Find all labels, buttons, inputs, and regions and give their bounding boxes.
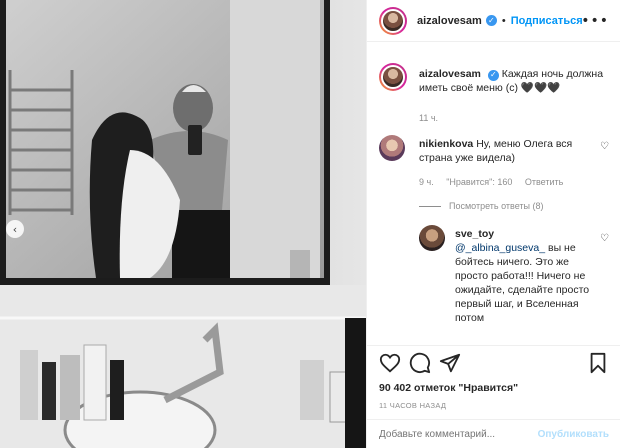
- post-date[interactable]: 11 ЧАСОВ НАЗАД: [379, 401, 446, 410]
- comment-text: вы не бойтесь ничего. Это же просто рабо…: [455, 242, 590, 324]
- publish-button[interactable]: Опубликовать: [538, 429, 609, 440]
- photo-image: [0, 0, 366, 448]
- header-username[interactable]: aizalovesam: [417, 15, 482, 27]
- comment-mention-link[interactable]: @_albina_guseva_: [455, 242, 545, 254]
- post-header: aizalovesam ✓ • Подписаться •••: [367, 0, 620, 42]
- bookmark-icon[interactable]: [587, 352, 609, 374]
- likes-count[interactable]: 90 402 отметок "Нравится": [379, 382, 518, 394]
- verified-badge-icon: ✓: [487, 69, 499, 81]
- avatar[interactable]: [379, 6, 407, 35]
- action-icons-bar: [379, 352, 609, 376]
- comments-list[interactable]: aizalovesam ✓ Каждая ночь должна иметь с…: [367, 55, 620, 345]
- comment-input[interactable]: [379, 429, 529, 440]
- caption-username[interactable]: aizalovesam: [419, 68, 481, 80]
- view-replies-button[interactable]: Посмотреть ответы (8): [419, 201, 544, 211]
- commenter-avatar[interactable]: [419, 225, 445, 251]
- caption-avatar[interactable]: [379, 63, 407, 91]
- heart-icon[interactable]: [379, 352, 401, 374]
- comment-username[interactable]: sve_toy: [455, 228, 494, 240]
- more-options-icon[interactable]: •••: [581, 13, 609, 29]
- comment-time[interactable]: 9 ч.: [419, 177, 434, 187]
- comment-reply-button[interactable]: Ответить: [525, 177, 563, 187]
- comment-like-heart-icon[interactable]: ♡: [600, 141, 609, 152]
- follow-button[interactable]: Подписаться: [511, 15, 583, 27]
- comment-username[interactable]: nikienkova: [419, 138, 473, 150]
- commenter-avatar[interactable]: [379, 135, 405, 161]
- caption-time[interactable]: 11 ч.: [419, 113, 438, 123]
- post-actions: 90 402 отметок "Нравится" 11 ЧАСОВ НАЗАД…: [367, 345, 620, 448]
- comment-like-heart-icon[interactable]: ♡: [600, 233, 609, 244]
- replies-divider: [419, 205, 441, 207]
- view-replies-label[interactable]: Посмотреть ответы (8): [449, 201, 544, 211]
- post-side-panel: aizalovesam ✓ • Подписаться ••• aizalove…: [366, 0, 620, 448]
- carousel-prev-button[interactable]: ‹: [6, 220, 24, 238]
- verified-badge-icon: ✓: [485, 15, 497, 26]
- add-comment-bar: Опубликовать: [367, 419, 620, 448]
- comment-icon[interactable]: [409, 352, 431, 374]
- comment-likes[interactable]: "Нравится": 160: [446, 177, 512, 187]
- post-photo[interactable]: ‹: [0, 0, 366, 448]
- header-separator: •: [501, 14, 506, 27]
- comment-meta: 9 ч. "Нравится": 160 Ответить: [419, 177, 573, 187]
- share-icon[interactable]: [439, 352, 461, 374]
